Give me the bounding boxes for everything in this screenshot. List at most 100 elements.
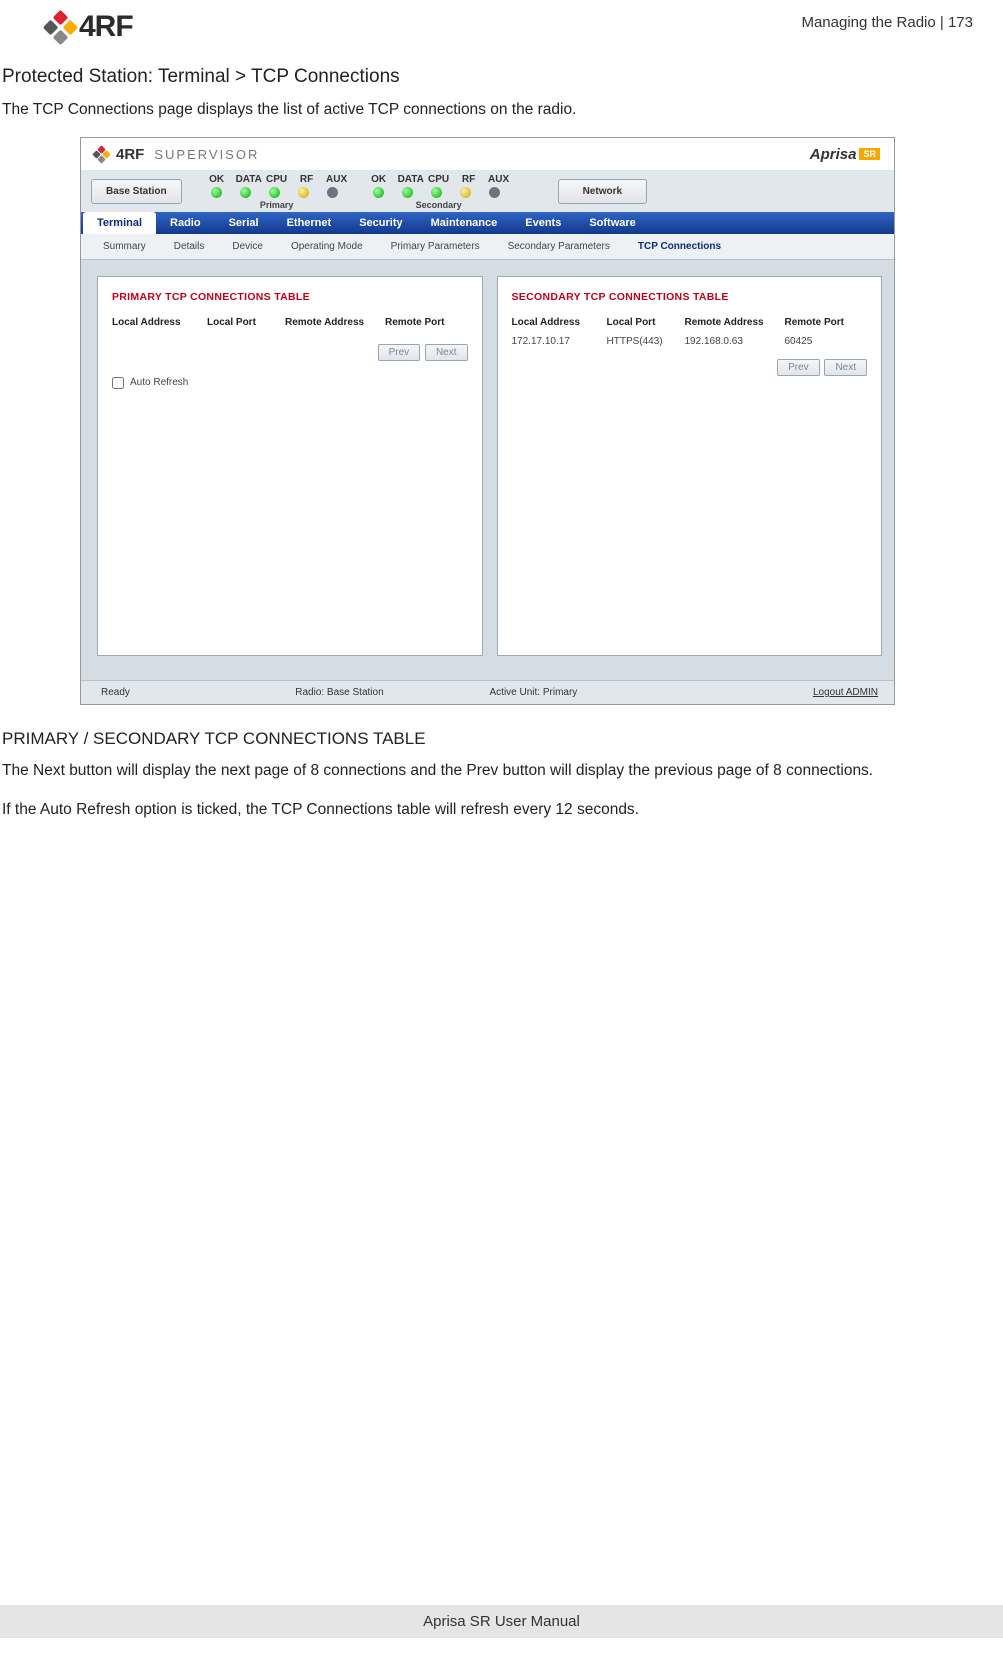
tab-ethernet[interactable]: Ethernet bbox=[273, 212, 346, 234]
supervisor-screenshot: 4RF SUPERVISOR AprisaSR Base Station OK … bbox=[80, 137, 895, 705]
tab-software[interactable]: Software bbox=[575, 212, 649, 234]
brand-text: 4RF bbox=[116, 146, 144, 163]
subtab-operating-mode[interactable]: Operating Mode bbox=[277, 239, 377, 254]
subtab-secondary-parameters[interactable]: Secondary Parameters bbox=[494, 239, 624, 254]
led-col-aux: AUX bbox=[326, 174, 348, 185]
primary-label: Primary bbox=[206, 198, 348, 210]
product-name: AprisaSR bbox=[810, 146, 880, 164]
paragraph-auto-refresh: If the Auto Refresh option is ticked, th… bbox=[0, 798, 1003, 837]
tables-subhead: PRIMARY / SECONDARY TCP CONNECTIONS TABL… bbox=[0, 715, 1003, 759]
subtab-details[interactable]: Details bbox=[160, 239, 219, 254]
document-body: Protected Station: Terminal > TCP Connec… bbox=[0, 66, 1003, 837]
led-col-data: DATA bbox=[236, 174, 258, 185]
led-icon bbox=[460, 187, 471, 198]
subtab-primary-parameters[interactable]: Primary Parameters bbox=[377, 239, 494, 254]
tab-terminal[interactable]: Terminal bbox=[83, 212, 156, 234]
led-col-rf: RF bbox=[296, 174, 318, 185]
network-button[interactable]: Network bbox=[558, 179, 647, 204]
led-group-secondary: OK DATA CPU RF AUX bbox=[368, 174, 510, 210]
cell-local-address: 172.17.10.17 bbox=[512, 336, 607, 347]
aprisa-text: Aprisa bbox=[810, 146, 857, 163]
led-icon bbox=[240, 187, 251, 198]
supervisor-title: SUPERVISOR bbox=[154, 147, 259, 162]
screenshot-wrapper: 4RF SUPERVISOR AprisaSR Base Station OK … bbox=[0, 137, 1003, 715]
tab-radio[interactable]: Radio bbox=[156, 212, 215, 234]
led-col-cpu: CPU bbox=[266, 174, 288, 185]
auto-refresh-label: Auto Refresh bbox=[130, 377, 188, 388]
led-col-ok: OK bbox=[206, 174, 228, 185]
cell-local-port: HTTPS(443) bbox=[607, 336, 685, 347]
main-tabs: Terminal Radio Serial Ethernet Security … bbox=[81, 212, 894, 234]
col-remote-port: Remote Port bbox=[385, 317, 460, 328]
tab-events[interactable]: Events bbox=[511, 212, 575, 234]
col-remote-address: Remote Address bbox=[285, 317, 385, 328]
tab-security[interactable]: Security bbox=[345, 212, 416, 234]
page-header: 4RF Managing the Radio | 173 bbox=[0, 10, 1003, 44]
secondary-label: Secondary bbox=[368, 198, 510, 210]
led-icon bbox=[489, 187, 500, 198]
logo-4rf: 4RF bbox=[48, 10, 133, 44]
led-icon bbox=[298, 187, 309, 198]
tab-maintenance[interactable]: Maintenance bbox=[417, 212, 512, 234]
status-radio: Radio: Base Station bbox=[295, 687, 489, 698]
led-status-row: Base Station OK DATA CPU RF AUX bbox=[81, 170, 894, 212]
logo-diamond-icon bbox=[43, 9, 78, 44]
led-icon bbox=[402, 187, 413, 198]
status-ready: Ready bbox=[101, 687, 295, 698]
secondary-table-title: SECONDARY TCP CONNECTIONS TABLE bbox=[512, 291, 868, 317]
led-col-rf: RF bbox=[458, 174, 480, 185]
col-local-port: Local Port bbox=[207, 317, 285, 328]
led-icon bbox=[269, 187, 280, 198]
cell-remote-address: 192.168.0.63 bbox=[685, 336, 785, 347]
logout-link[interactable]: Logout ADMIN bbox=[684, 687, 878, 698]
subtab-tcp-connections[interactable]: TCP Connections bbox=[624, 239, 735, 254]
supervisor-header: 4RF SUPERVISOR AprisaSR bbox=[81, 138, 894, 170]
auto-refresh-control[interactable]: Auto Refresh bbox=[112, 361, 468, 389]
led-icon bbox=[211, 187, 222, 198]
status-bar: Ready Radio: Base Station Active Unit: P… bbox=[81, 680, 894, 704]
tab-serial[interactable]: Serial bbox=[215, 212, 273, 234]
secondary-pager: Prev Next bbox=[512, 351, 868, 376]
content-area: PRIMARY TCP CONNECTIONS TABLE Local Addr… bbox=[81, 260, 894, 680]
secondary-table-header: Local Address Local Port Remote Address … bbox=[512, 317, 868, 336]
page-footer: Aprisa SR User Manual bbox=[0, 1605, 1003, 1638]
primary-table-title: PRIMARY TCP CONNECTIONS TABLE bbox=[112, 291, 468, 317]
led-icon bbox=[327, 187, 338, 198]
col-remote-port: Remote Port bbox=[785, 317, 860, 328]
col-local-port: Local Port bbox=[607, 317, 685, 328]
logo-text: 4RF bbox=[79, 10, 133, 44]
next-button[interactable]: Next bbox=[425, 344, 468, 361]
table-row: 172.17.10.17 HTTPS(443) 192.168.0.63 604… bbox=[512, 336, 868, 351]
col-local-address: Local Address bbox=[112, 317, 207, 328]
led-col-cpu: CPU bbox=[428, 174, 450, 185]
cell-remote-port: 60425 bbox=[785, 336, 860, 347]
sr-badge: SR bbox=[859, 148, 880, 160]
supervisor-brand: 4RF SUPERVISOR bbox=[95, 146, 259, 163]
subtab-device[interactable]: Device bbox=[218, 239, 277, 254]
led-group-primary: OK DATA CPU RF AUX bbox=[206, 174, 348, 210]
next-button[interactable]: Next bbox=[824, 359, 867, 376]
sub-tabs: Summary Details Device Operating Mode Pr… bbox=[81, 234, 894, 260]
prev-button[interactable]: Prev bbox=[777, 359, 820, 376]
header-right: Managing the Radio | 173 bbox=[801, 10, 973, 31]
intro-paragraph: The TCP Connections page displays the li… bbox=[0, 98, 1003, 137]
subtab-summary[interactable]: Summary bbox=[89, 239, 160, 254]
led-icon bbox=[373, 187, 384, 198]
auto-refresh-checkbox[interactable] bbox=[112, 377, 124, 389]
prev-button[interactable]: Prev bbox=[378, 344, 421, 361]
base-station-button[interactable]: Base Station bbox=[91, 179, 182, 204]
col-local-address: Local Address bbox=[512, 317, 607, 328]
primary-panel: PRIMARY TCP CONNECTIONS TABLE Local Addr… bbox=[97, 276, 483, 656]
logo-diamond-icon bbox=[92, 146, 110, 164]
paragraph-next-prev: The Next button will display the next pa… bbox=[0, 759, 1003, 798]
primary-pager: Prev Next bbox=[112, 336, 468, 361]
section-title: Protected Station: Terminal > TCP Connec… bbox=[0, 66, 1003, 98]
led-col-aux: AUX bbox=[488, 174, 510, 185]
primary-table-header: Local Address Local Port Remote Address … bbox=[112, 317, 468, 336]
led-col-ok: OK bbox=[368, 174, 390, 185]
led-columns: OK DATA CPU RF AUX bbox=[206, 174, 510, 210]
status-active-unit: Active Unit: Primary bbox=[490, 687, 684, 698]
col-remote-address: Remote Address bbox=[685, 317, 785, 328]
led-col-data: DATA bbox=[398, 174, 420, 185]
led-icon bbox=[431, 187, 442, 198]
